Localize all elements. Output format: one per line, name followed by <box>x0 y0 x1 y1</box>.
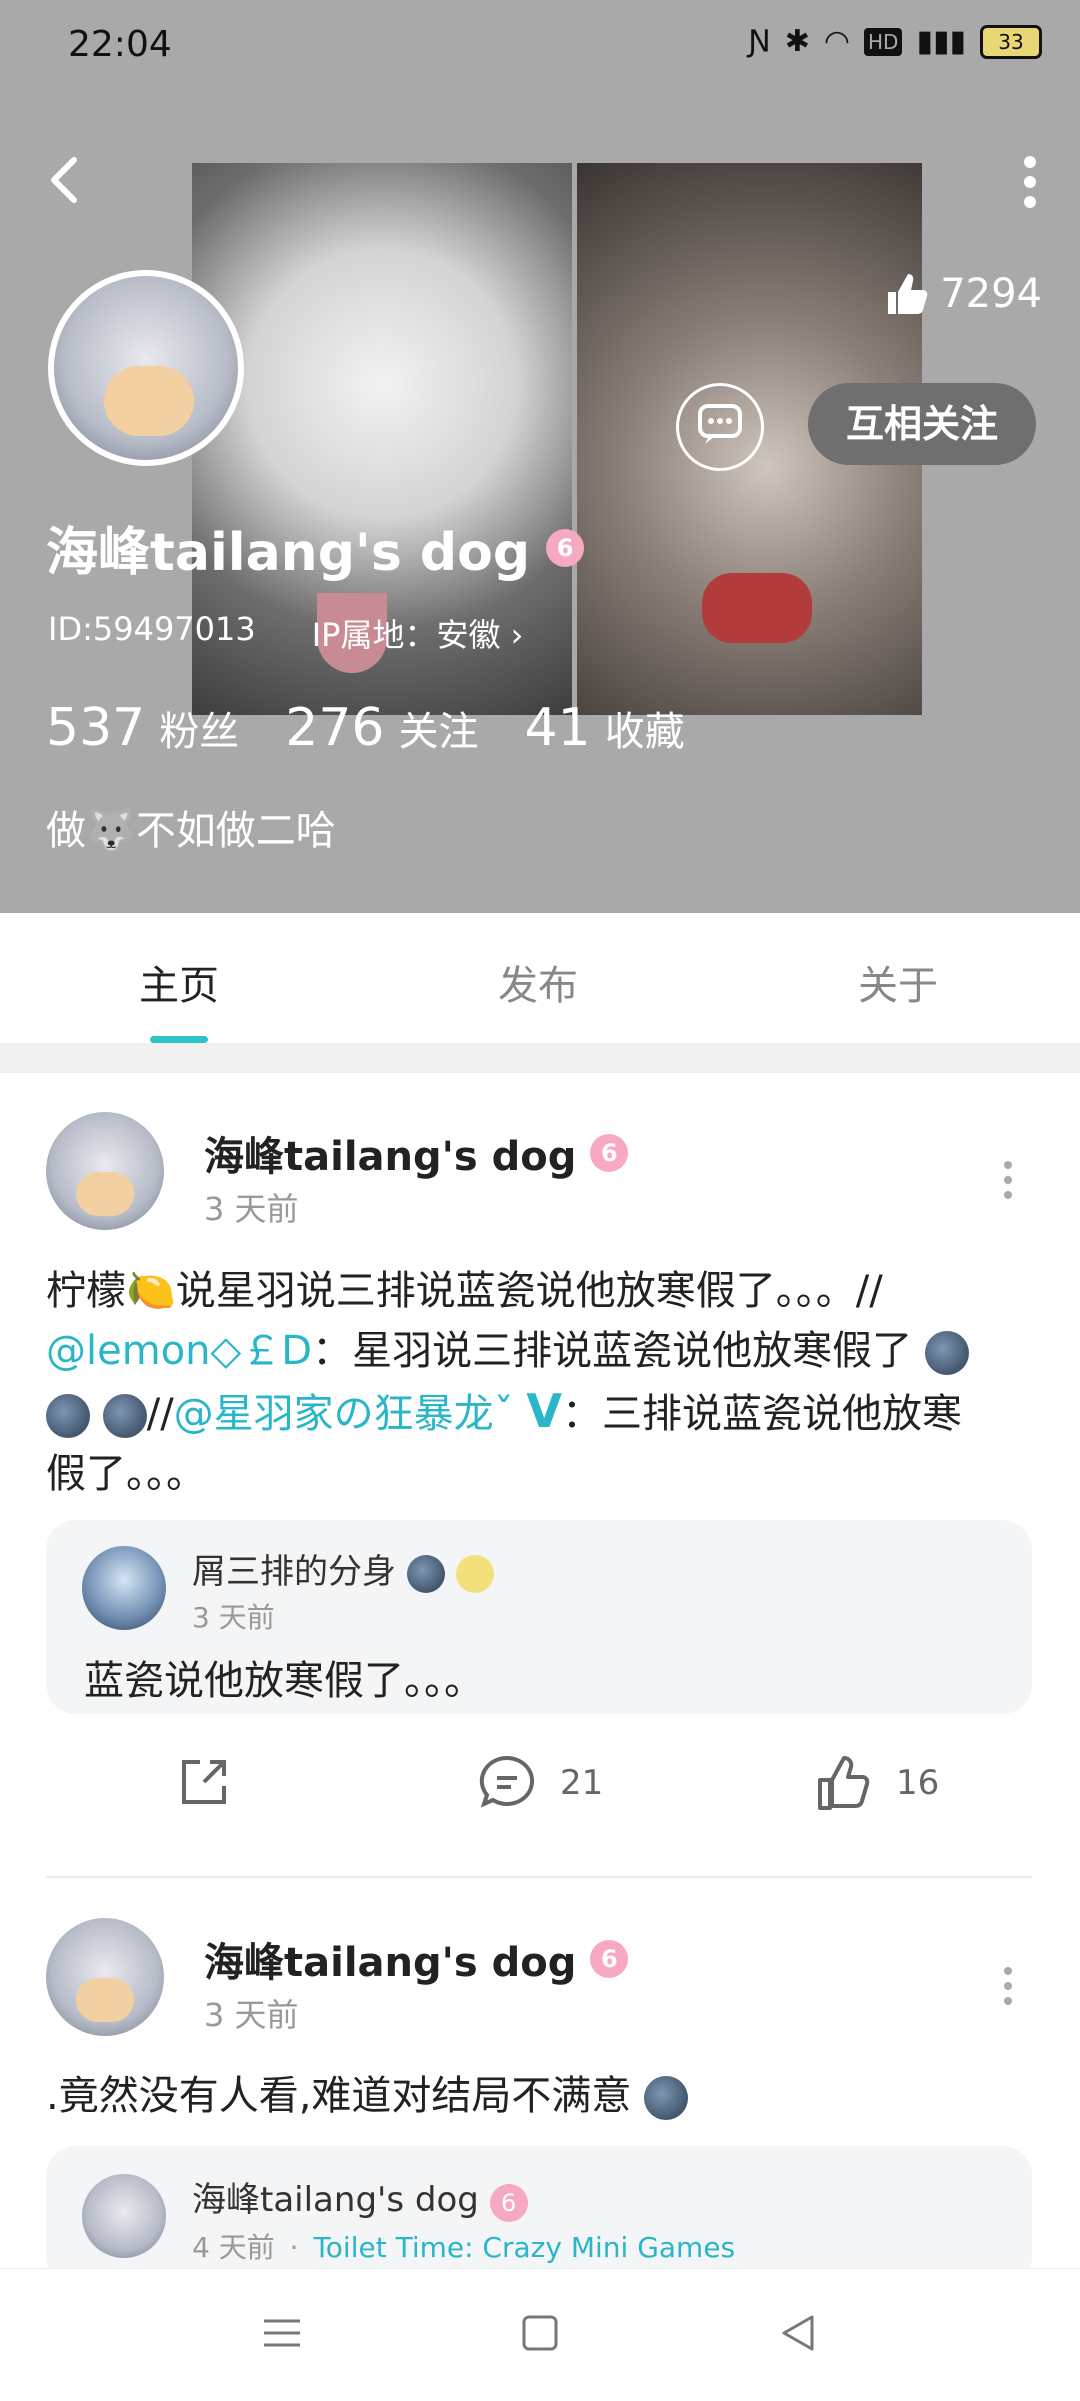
profile-stats: 537 粉丝 276 关注 41 收藏 <box>46 698 685 758</box>
moon-emoji-icon <box>924 1331 969 1375</box>
avatar[interactable] <box>82 1546 166 1630</box>
avatar[interactable] <box>46 1918 164 2036</box>
bluetooth-icon: ✱ <box>784 24 810 59</box>
system-nav-bar <box>0 2268 1080 2401</box>
post-author[interactable]: 海峰tailang's dog 6 <box>204 1930 629 1988</box>
menu-nav-button[interactable] <box>262 2313 302 2364</box>
post-more-button[interactable] <box>998 1160 1018 1200</box>
profile-ids: ID:59497013 IP属地：安徽 › <box>48 610 523 656</box>
nfc-icon: Ɲ <box>748 24 771 59</box>
quoted-text: 蓝瓷说他放寒假了。。。 <box>84 1658 484 1704</box>
post-time: 3 天前 <box>204 1996 299 2034</box>
profile-bio: 做🐺不如做二哈 <box>46 808 336 854</box>
verified-badge: V <box>526 1384 562 1438</box>
user-id: ID:59497013 <box>48 610 256 648</box>
post-time: 3 天前 <box>204 1190 299 1228</box>
share-icon <box>182 1760 226 1804</box>
post-actions: 21 16 <box>0 1752 1080 1842</box>
back-nav-button[interactable] <box>778 2313 818 2364</box>
signal-5g-icon: ▮▮▮ <box>916 24 966 59</box>
section-separator <box>0 1043 1080 1073</box>
profile-name: 海峰tailang's dog 6 <box>46 510 585 585</box>
level-badge: 6 <box>590 1134 629 1172</box>
mention-link[interactable]: @星羽家の狂暴龙ˇ <box>174 1391 514 1437</box>
mention-link[interactable]: @lemon◇￡D <box>46 1328 312 1374</box>
more-options-button[interactable] <box>1020 152 1040 212</box>
post-text: .竟然没有人看,难道对结局不满意 <box>46 2066 1036 2126</box>
stat-following[interactable]: 276 关注 <box>285 698 478 758</box>
more-vert-icon <box>1004 1967 1012 2005</box>
like-button[interactable]: 16 <box>812 1752 939 1814</box>
post-more-button[interactable] <box>998 1966 1018 2006</box>
chevron-right-icon: › <box>510 616 524 654</box>
profile-avatar[interactable] <box>48 270 244 466</box>
tab-about[interactable]: 关于 <box>858 953 938 1011</box>
moon-emoji-icon <box>644 2076 689 2120</box>
ip-location[interactable]: IP属地：安徽 › <box>312 610 524 656</box>
post-divider <box>46 1876 1032 1878</box>
chat-icon <box>698 404 742 444</box>
comment-button[interactable]: 21 <box>476 1752 603 1814</box>
avatar[interactable] <box>82 2174 166 2258</box>
tab-posts[interactable]: 发布 <box>498 953 578 1011</box>
level-badge: 6 <box>590 1940 629 1978</box>
post-author[interactable]: 海峰tailang's dog 6 <box>204 1124 629 1182</box>
quoted-time: 3 天前 <box>192 1601 275 1634</box>
comment-icon <box>479 1755 535 1808</box>
quoted-author[interactable]: 屑三排的分身 <box>192 1544 494 1593</box>
stat-favorites[interactable]: 41 收藏 <box>525 698 685 758</box>
share-button[interactable] <box>174 1752 234 1812</box>
battery-icon: 33 <box>980 24 1042 59</box>
level-badge: 6 <box>546 528 585 567</box>
moon-emoji-icon <box>46 1394 90 1438</box>
profile-header: 22:04 Ɲ ✱ ◠ HD ▮▮▮ 33 7294 互相关注 海峰tailan… <box>0 0 1080 913</box>
thumbs-up-icon <box>888 274 928 314</box>
like-count: 16 <box>896 1763 940 1803</box>
moon-emoji-icon <box>102 1394 147 1438</box>
wifi-icon: ◠ <box>823 24 851 59</box>
mutual-follow-button[interactable]: 互相关注 <box>808 383 1036 465</box>
avatar[interactable] <box>46 1112 164 1230</box>
status-time: 22:04 <box>68 24 172 65</box>
quoted-post[interactable]: 海峰tailang's dog 6 4 天前 · Toilet Time: Cr… <box>46 2146 1032 2286</box>
quoted-meta: 4 天前 · Toilet Time: Crazy Mini Games <box>192 2231 736 2264</box>
tab-home[interactable]: 主页 <box>139 953 219 1011</box>
message-button[interactable] <box>676 383 764 471</box>
more-vert-icon <box>1004 1161 1012 1199</box>
game-link[interactable]: Toilet Time: Crazy Mini Games <box>313 2231 735 2264</box>
thumbs-up-icon <box>818 1756 870 1810</box>
likes-count: 7294 <box>882 270 1042 318</box>
post-text: 柠檬🍋说星羽说三排说蓝瓷说他放寒假了。。。// @lemon◇￡D：星羽说三排说… <box>46 1261 1036 1504</box>
square-icon <box>522 2315 558 2351</box>
moon-emoji-icon <box>406 1554 445 1593</box>
profile-tabs: 主页 发布 关于 <box>0 913 1080 1043</box>
quoted-author[interactable]: 海峰tailang's dog 6 <box>192 2172 528 2222</box>
status-icons: Ɲ ✱ ◠ HD ▮▮▮ 33 <box>748 24 1042 59</box>
triangle-back-icon <box>782 2315 814 2351</box>
comment-count: 21 <box>560 1763 604 1803</box>
quoted-post[interactable]: 屑三排的分身 3 天前 蓝瓷说他放寒假了。。。 <box>46 1520 1032 1714</box>
home-nav-button[interactable] <box>520 2313 560 2364</box>
menu-icon <box>264 2319 300 2347</box>
level-badge: 6 <box>489 2184 528 2222</box>
stat-followers[interactable]: 537 粉丝 <box>46 698 239 758</box>
active-tab-indicator <box>150 1036 208 1043</box>
hd-icon: HD <box>864 27 903 56</box>
wolf-emoji-icon: 🐺 <box>86 808 136 854</box>
smirk-moon-emoji-icon <box>455 1554 494 1593</box>
back-button[interactable] <box>40 150 90 210</box>
